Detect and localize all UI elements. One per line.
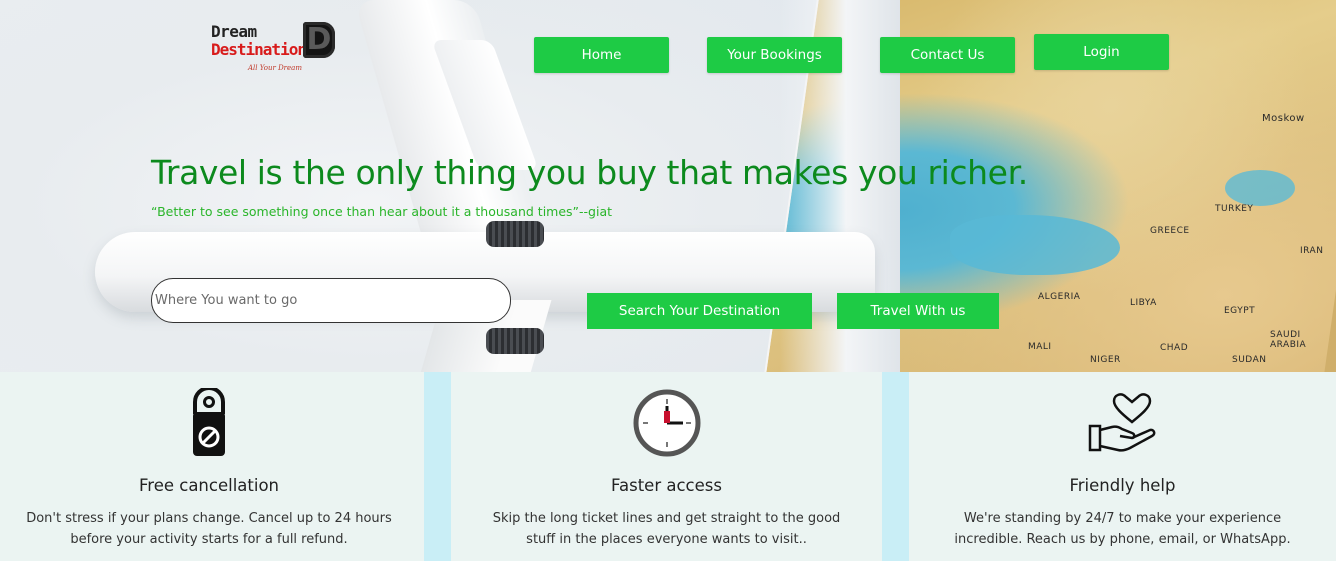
sea-region (1225, 170, 1295, 206)
map-label-niger: NIGER (1090, 355, 1121, 365)
features-section: Free cancellation Don't stress if your p… (0, 372, 1336, 561)
map-label-moskow: Moskow (1262, 113, 1305, 124)
feature-description-line: Don't stress if your plans change. Cance… (26, 511, 392, 526)
nav-contact-button[interactable]: Contact Us (880, 37, 1015, 73)
search-destination-button[interactable]: Search Your Destination (587, 293, 812, 329)
brand-d-mark-icon: D (303, 22, 335, 58)
feature-divider (882, 372, 909, 561)
feature-description-line: Skip the long ticket lines and get strai… (492, 511, 841, 526)
brand-tagline: All Your Dream (248, 64, 302, 72)
feature-description-line: before your activity starts for a full r… (70, 532, 348, 547)
map-label-algeria: ALGERIA (1038, 292, 1081, 302)
feature-description: Don't stress if your plans change. Cance… (0, 508, 418, 550)
heart-hand-icon (1088, 392, 1158, 460)
map-label-chad: CHAD (1160, 343, 1189, 353)
feature-divider (424, 372, 451, 561)
destination-search-input[interactable] (152, 279, 510, 322)
map-label-turkey: TURKEY (1215, 204, 1254, 214)
airplane-wheel-rear (486, 328, 544, 354)
map-label-saudi-arabia: SAUDI ARABIA (1270, 330, 1307, 350)
feature-title: Free cancellation (138, 476, 279, 495)
feature-faster-access: Faster access Skip the long ticket lines… (451, 372, 882, 561)
nav-bookings-button[interactable]: Your Bookings (707, 37, 842, 73)
nav-home-button[interactable]: Home (534, 37, 669, 73)
feature-description: We're standing by 24/7 to make your expe… (909, 508, 1336, 550)
door-hanger-cancel-icon (189, 386, 229, 462)
feature-description: Skip the long ticket lines and get strai… (451, 508, 882, 550)
map-label-greece: GREECE (1150, 226, 1190, 236)
map-label-libya: LIBYA (1130, 298, 1157, 308)
feature-description-line: incredible. Reach us by phone, email, or… (954, 532, 1291, 547)
feature-description-line: We're standing by 24/7 to make your expe… (963, 511, 1282, 526)
feature-title: Friendly help (1069, 476, 1176, 495)
brand-mark-letter: D (306, 22, 332, 57)
feature-friendly-help: Friendly help We're standing by 24/7 to … (909, 372, 1336, 561)
hero-headline: Travel is the only thing you buy that ma… (151, 153, 1028, 192)
destination-search-box[interactable] (151, 278, 511, 323)
map-label-egypt: EGYPT (1224, 306, 1256, 316)
feature-description-line: stuff in the places everyone wants to vi… (526, 532, 807, 547)
clock-icon (633, 389, 701, 461)
travel-with-us-button[interactable]: Travel With us (837, 293, 999, 329)
brand-logo[interactable]: Dream Destination All Your Dream D (211, 22, 341, 76)
feature-title: Faster access (611, 476, 722, 495)
airplane-wheel-front (486, 221, 544, 247)
hero-quote: “Better to see something once than hear … (151, 204, 613, 219)
nav-login-button[interactable]: Login (1034, 34, 1169, 70)
map-label-mali: MALI (1028, 342, 1052, 352)
brand-line-dream: Dream (211, 22, 257, 41)
brand-line-destination: Destination (211, 40, 307, 59)
map-label-iran: IRAN (1300, 246, 1324, 256)
map-label-sudan: SUDAN (1232, 355, 1267, 365)
feature-free-cancellation: Free cancellation Don't stress if your p… (0, 372, 418, 561)
